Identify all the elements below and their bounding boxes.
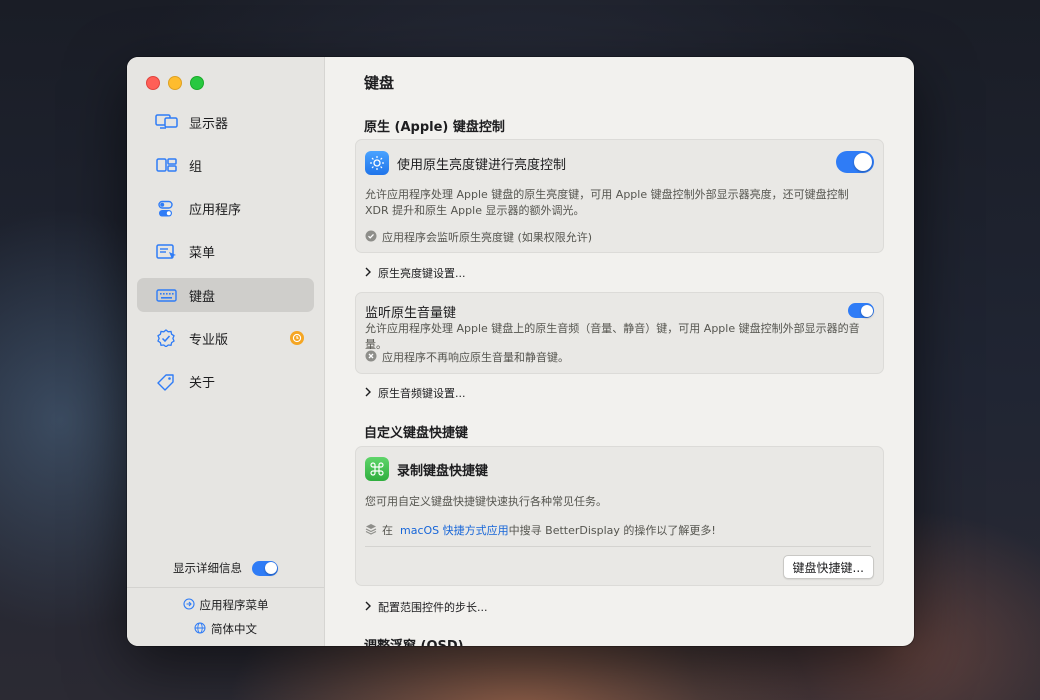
- record-card-header: 录制键盘快捷键: [365, 457, 488, 481]
- range-steps-disclosure[interactable]: 配置范围控件的步长...: [364, 599, 488, 615]
- zoom-button[interactable]: [190, 76, 204, 90]
- group-icon: [155, 155, 181, 175]
- app-menu-label: 应用程序菜单: [199, 598, 269, 612]
- show-details-label: 显示详细信息: [173, 561, 242, 575]
- sidebar-item-about[interactable]: 关于: [137, 365, 314, 399]
- shortcuts-app-link[interactable]: macOS 快捷方式应用: [400, 522, 509, 538]
- layers-icon: [365, 523, 377, 538]
- volume-note: 应用程序不再响应原生音量和静音键。: [365, 349, 569, 365]
- sidebar-item-apps[interactable]: 应用程序: [137, 192, 314, 226]
- volume-card: 监听原生音量键 允许应用程序处理 Apple 键盘上的原生音频（音量、静音）键，…: [355, 292, 884, 374]
- native-section-title: 原生 (Apple) 键盘控制: [364, 120, 505, 135]
- card-divider: [365, 546, 871, 547]
- chevron-right-icon: [364, 387, 372, 400]
- app-toggle-icon: [155, 199, 181, 219]
- volume-settings-disclosure[interactable]: 原生音频键设置...: [364, 385, 466, 401]
- volume-note-text: 应用程序不再响应原生音量和静音键。: [382, 351, 569, 364]
- brightness-description: 允许应用程序处理 Apple 键盘的原生亮度键，可用 Apple 键盘控制外部显…: [365, 188, 849, 217]
- record-shortcut-card: 录制键盘快捷键 您可用自定义键盘快捷键快速执行各种常见任务。 在 macOS 快…: [355, 446, 884, 586]
- sidebar-nav: 显示器 组 应用程序 菜单 键盘 专业版 关于: [137, 105, 314, 408]
- sidebar: 显示器 组 应用程序 菜单 键盘 专业版 关于 显示详细信息 应用程序菜单 简体…: [127, 57, 325, 646]
- sidebar-item-label: 专业版: [189, 332, 229, 348]
- range-steps-label: 配置范围控件的步长...: [378, 601, 488, 614]
- custom-section-title: 自定义键盘快捷键: [364, 426, 469, 441]
- globe-icon: [194, 622, 206, 637]
- x-circle-icon: [365, 350, 377, 365]
- sidebar-item-keyboard[interactable]: 键盘: [137, 278, 314, 313]
- brightness-card-label: 使用原生亮度键进行亮度控制: [397, 157, 567, 173]
- brightness-note-text: 应用程序会监听原生亮度键 (如果权限允许): [382, 231, 593, 244]
- arrow-circle-icon: [182, 597, 195, 613]
- brightness-card-header: 使用原生亮度键进行亮度控制: [365, 151, 566, 175]
- sidebar-divider: [127, 587, 324, 588]
- chevron-right-icon: [364, 601, 372, 614]
- record-description: 您可用自定义键盘快捷键快速执行各种常见任务。: [365, 495, 607, 508]
- window-controls: [146, 76, 204, 90]
- app-menu-link[interactable]: 应用程序菜单: [127, 597, 324, 613]
- sidebar-item-menu[interactable]: 菜单: [137, 235, 314, 269]
- brightness-settings-label: 原生亮度键设置...: [378, 267, 466, 280]
- page-title: 键盘: [364, 74, 395, 92]
- record-card-label: 录制键盘快捷键: [397, 463, 489, 479]
- sidebar-item-groups[interactable]: 组: [137, 148, 314, 182]
- sun-icon: [365, 151, 389, 175]
- volume-card-header: 监听原生音量键: [365, 302, 456, 321]
- brightness-card: 使用原生亮度键进行亮度控制 允许应用程序处理 Apple 键盘的原生亮度键，可用…: [355, 139, 884, 253]
- chevron-right-icon: [364, 267, 372, 280]
- menu-icon: [155, 242, 181, 262]
- keyboard-shortcuts-button[interactable]: 键盘快捷键...: [782, 555, 874, 579]
- show-details-toggle[interactable]: [252, 560, 278, 576]
- record-hint-prefix: 在: [382, 524, 393, 537]
- minimize-button[interactable]: [168, 76, 182, 90]
- show-details-row: 显示详细信息: [127, 560, 324, 576]
- record-hint: 在 macOS 快捷方式应用 中搜寻 BetterDisplay 的操作以了解更…: [365, 522, 716, 538]
- check-circle-icon: [365, 230, 377, 245]
- display-icon: [155, 112, 181, 132]
- command-icon: [365, 457, 389, 481]
- sidebar-item-label: 菜单: [189, 246, 216, 262]
- volume-settings-label: 原生音频键设置...: [378, 387, 466, 400]
- tag-icon: [155, 372, 181, 392]
- sidebar-item-label: 应用程序: [189, 203, 242, 219]
- brightness-toggle[interactable]: [836, 151, 874, 173]
- language-link[interactable]: 简体中文: [127, 621, 324, 637]
- volume-card-label: 监听原生音量键: [365, 306, 457, 321]
- badge-check-icon: [155, 328, 181, 348]
- sidebar-item-label: 键盘: [189, 289, 216, 305]
- sidebar-item-label: 显示器: [189, 116, 229, 132]
- clock-icon: [290, 331, 304, 346]
- sidebar-item-label: 组: [189, 159, 203, 175]
- sidebar-item-label: 关于: [189, 376, 216, 392]
- sidebar-item-displays[interactable]: 显示器: [137, 105, 314, 139]
- close-button[interactable]: [146, 76, 160, 90]
- app-window: 显示器 组 应用程序 菜单 键盘 专业版 关于 显示详细信息 应用程序菜单 简体…: [127, 57, 914, 646]
- osd-section-title: 调整浮窗 (OSD): [364, 635, 464, 646]
- main-content: 键盘 原生 (Apple) 键盘控制 使用原生亮度键进行亮度控制 允许应用程序处…: [325, 57, 914, 646]
- brightness-note: 应用程序会监听原生亮度键 (如果权限允许): [365, 229, 592, 245]
- volume-toggle[interactable]: [848, 303, 874, 318]
- language-label: 简体中文: [211, 622, 257, 636]
- sidebar-item-pro[interactable]: 专业版: [137, 321, 314, 355]
- brightness-settings-disclosure[interactable]: 原生亮度键设置...: [364, 265, 466, 281]
- keyboard-icon: [155, 285, 181, 305]
- record-hint-suffix: 中搜寻 BetterDisplay 的操作以了解更多!: [508, 524, 716, 537]
